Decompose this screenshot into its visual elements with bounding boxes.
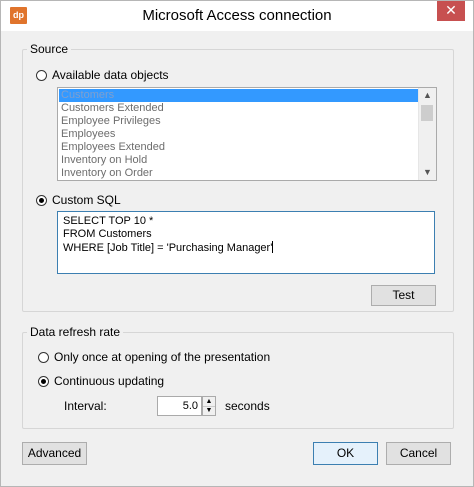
sql-line: FROM Customers <box>63 228 152 240</box>
cancel-button[interactable]: Cancel <box>386 442 451 465</box>
sql-editor[interactable]: SELECT TOP 10 * FROM Customers WHERE [Jo… <box>57 211 435 274</box>
custom-sql-label: Custom SQL <box>52 193 121 207</box>
list-item[interactable]: Customers <box>59 89 419 102</box>
window-title: Microsoft Access connection <box>142 7 332 24</box>
custom-sql-radio-icon[interactable] <box>36 194 47 206</box>
advanced-button[interactable]: Advanced <box>22 442 87 465</box>
continuous-updating-label: Continuous updating <box>54 374 165 388</box>
list-scrollbar[interactable]: ▲ ▼ <box>418 88 436 180</box>
sql-line: WHERE [Job Title] = 'Purchasing Manager' <box>63 241 429 255</box>
scroll-down-icon[interactable]: ▼ <box>419 165 436 180</box>
scroll-thumb[interactable] <box>421 105 433 121</box>
dialog-window: dp Microsoft Access connection ✕ Source … <box>0 0 474 487</box>
once-at-opening-radio[interactable]: Only once at opening of the presentation <box>38 350 270 364</box>
test-button[interactable]: Test <box>371 285 436 306</box>
data-objects-items: Customers Customers Extended Employee Priv… <box>59 89 419 180</box>
list-item[interactable]: Inventory on Order <box>59 167 419 180</box>
list-item[interactable]: Employee Privileges <box>59 115 419 128</box>
continuous-radio-icon[interactable] <box>38 375 49 387</box>
source-legend: Source <box>30 42 69 56</box>
scroll-up-icon[interactable]: ▲ <box>419 88 436 103</box>
once-at-opening-label: Only once at opening of the presentation <box>54 350 271 364</box>
continuous-updating-radio[interactable]: Continuous updating <box>38 374 164 388</box>
interval-unit: seconds <box>225 399 270 413</box>
title-bar[interactable]: dp Microsoft Access connection ✕ <box>1 1 473 31</box>
custom-sql-radio[interactable]: Custom SQL <box>36 193 121 207</box>
available-radio-icon[interactable] <box>36 69 47 81</box>
once-radio-icon[interactable] <box>38 351 49 363</box>
interval-stepper[interactable]: ▲ ▼ <box>202 396 216 416</box>
sql-line-text: WHERE [Job Title] = 'Purchasing Manager' <box>63 242 273 254</box>
list-item[interactable]: Customers Extended <box>59 102 419 115</box>
close-button[interactable]: ✕ <box>437 1 465 21</box>
decrement-icon[interactable]: ▼ <box>203 406 215 415</box>
available-data-objects-radio[interactable]: Available data objects <box>36 68 169 82</box>
interval-label: Interval: <box>64 399 107 413</box>
available-data-objects-label: Available data objects <box>52 68 169 82</box>
list-item[interactable]: Employees Extended <box>59 141 419 154</box>
interval-input[interactable]: 5.0 <box>157 396 202 416</box>
data-objects-list[interactable]: Customers Customers Extended Employee Priv… <box>57 87 437 181</box>
list-item[interactable]: Inventory on Hold <box>59 154 419 167</box>
text-caret <box>272 241 274 253</box>
list-item[interactable]: Employees <box>59 128 419 141</box>
refresh-legend: Data refresh rate <box>30 325 121 339</box>
ok-button[interactable]: OK <box>313 442 378 465</box>
sql-line: SELECT TOP 10 * <box>63 215 154 227</box>
